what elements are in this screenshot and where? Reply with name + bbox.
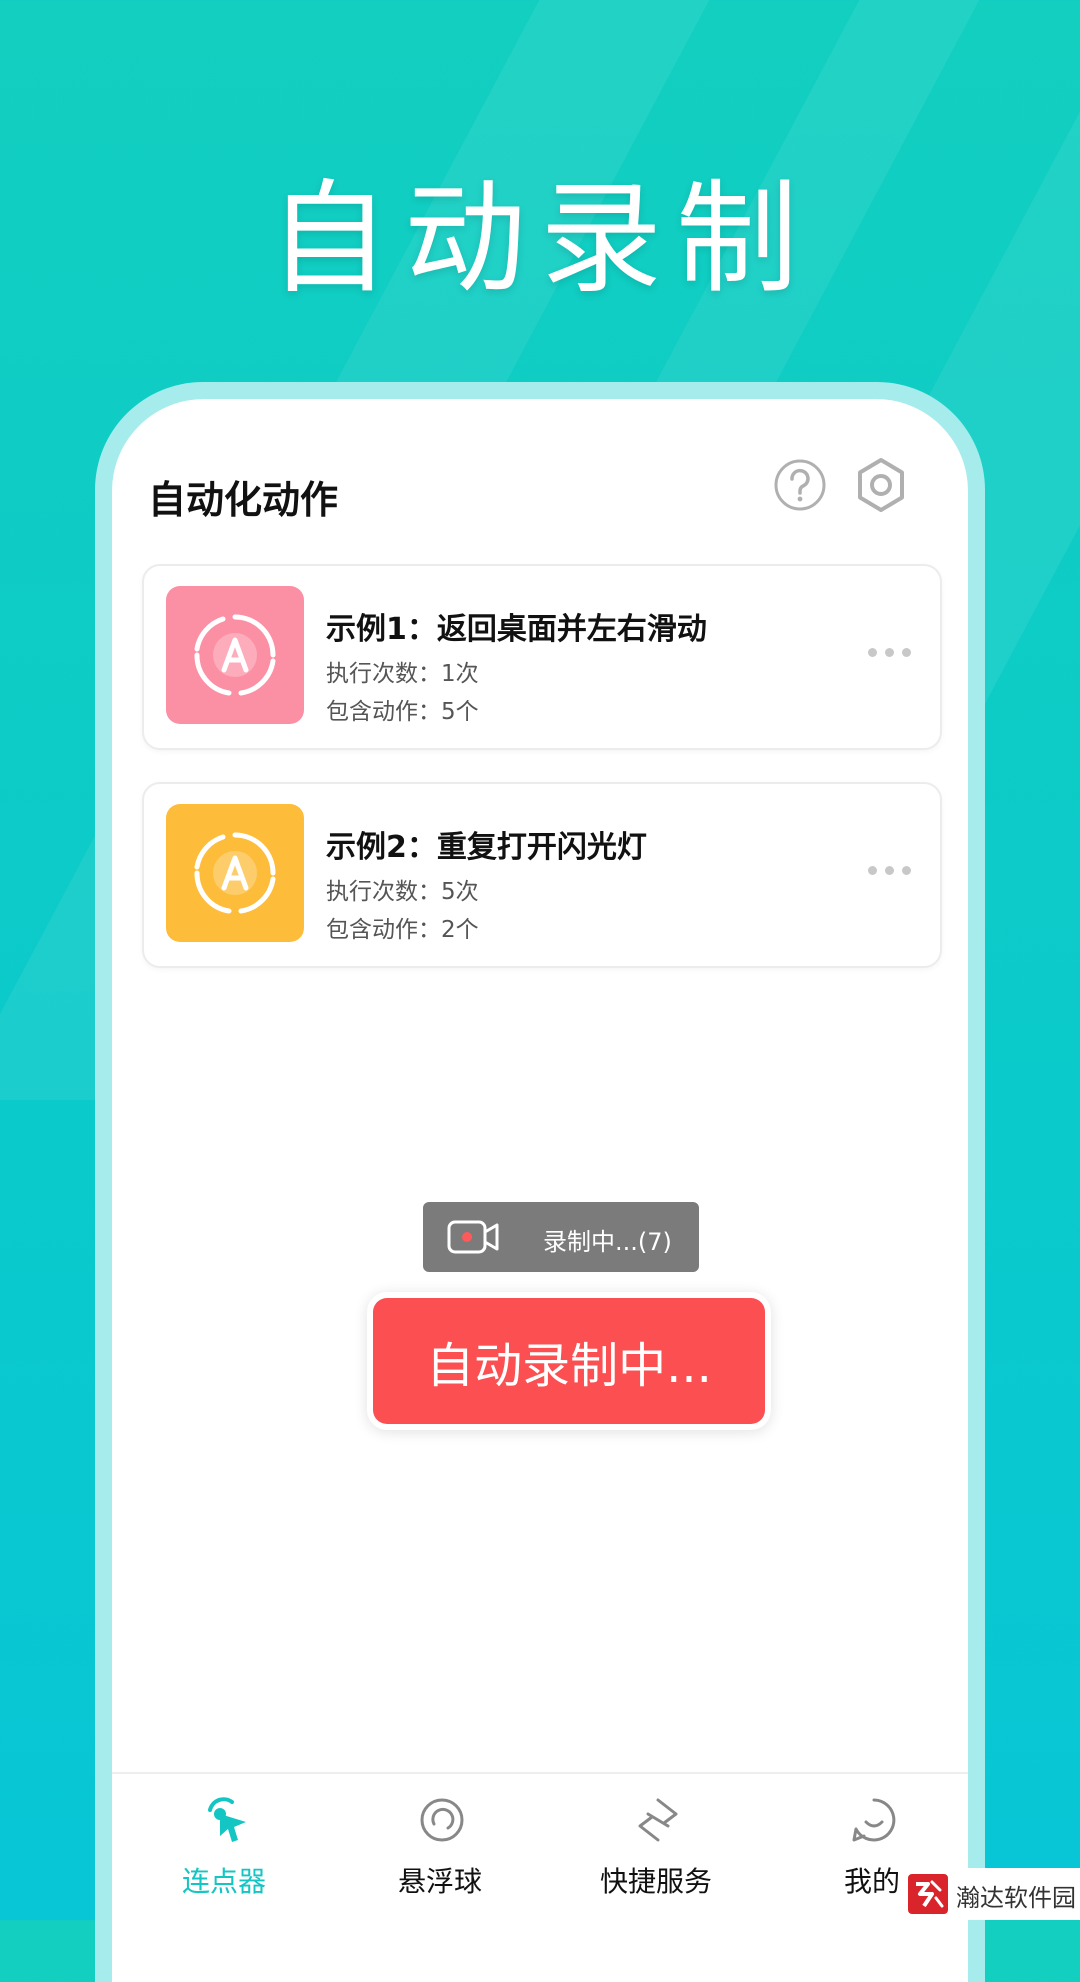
watermark: 瀚达软件园 — [902, 1868, 1080, 1920]
list-item[interactable]: 示例2：重复打开闪光灯 执行次数：5次 包含动作：2个 — [142, 782, 942, 968]
tab-label: 连点器 — [181, 1865, 266, 1898]
profile-icon — [852, 1798, 896, 1842]
page-title: 自动化动作 — [148, 478, 339, 522]
tab-shortcut[interactable]: 快捷服务 — [556, 1774, 756, 1934]
phone-frame: 自动化动作 示例1：返回桌面并左右滑动 执行次数：1次 包含动作：5个 示例2：… — [95, 382, 985, 1982]
recording-toast: 录制中...(7) — [423, 1202, 699, 1272]
tab-label: 快捷服务 — [599, 1865, 712, 1898]
recording-toast-text: 录制中...(7) — [543, 1228, 672, 1256]
auto-a-icon — [194, 614, 276, 696]
tab-label: 悬浮球 — [397, 1865, 482, 1898]
item-action-count: 包含动作：2个 — [326, 917, 479, 943]
item-title: 示例2：重复打开闪光灯 — [326, 830, 647, 865]
tab-float-ball[interactable]: 悬浮球 — [340, 1774, 540, 1934]
hero-title: 自动录制 — [268, 168, 812, 310]
question-circle-icon[interactable] — [772, 457, 828, 513]
phone-screen: 自动化动作 示例1：返回桌面并左右滑动 执行次数：1次 包含动作：5个 示例2：… — [112, 399, 968, 1982]
cursor-click-icon — [208, 1797, 246, 1842]
item-exec-count: 执行次数：5次 — [326, 879, 479, 905]
shortcut-icon — [638, 1798, 678, 1842]
auto-record-button[interactable]: 自动录制中... — [367, 1292, 771, 1430]
item-thumbnail — [166, 586, 304, 724]
more-icon[interactable] — [868, 866, 912, 876]
more-icon[interactable] — [868, 648, 912, 658]
bottom-tab-bar: 连点器 悬浮球 快捷服务 我的 — [112, 1772, 968, 1982]
watermark-logo-icon — [908, 1874, 948, 1914]
float-ball-icon — [420, 1798, 464, 1842]
video-record-icon — [447, 1220, 499, 1254]
gear-icon[interactable] — [853, 457, 909, 513]
item-title: 示例1：返回桌面并左右滑动 — [326, 612, 707, 647]
tab-clicker[interactable]: 连点器 — [124, 1774, 324, 1934]
auto-record-button-label: 自动录制中... — [373, 1298, 765, 1424]
item-thumbnail — [166, 804, 304, 942]
watermark-text: 瀚达软件园 — [956, 1884, 1076, 1912]
item-exec-count: 执行次数：1次 — [326, 661, 479, 687]
list-item[interactable]: 示例1：返回桌面并左右滑动 执行次数：1次 包含动作：5个 — [142, 564, 942, 750]
auto-a-icon — [194, 832, 276, 914]
item-action-count: 包含动作：5个 — [326, 699, 479, 725]
